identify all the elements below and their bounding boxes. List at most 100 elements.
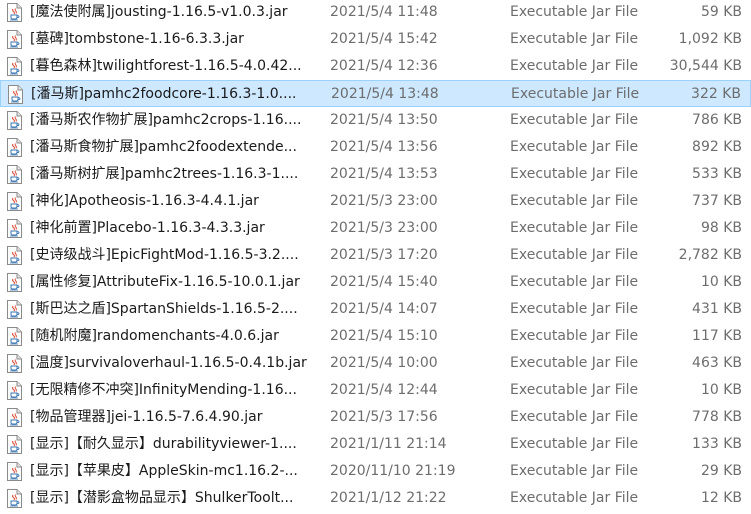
file-type: Executable Jar File [510,220,639,236]
file-row[interactable]: [显示]【苹果皮】AppleSkin-mc1.16.2-... 2020/11/… [0,458,751,485]
java-jar-icon [6,435,23,454]
file-size: 322 KB [691,86,741,102]
file-size: 133 KB [692,436,742,452]
java-jar-icon [6,381,23,400]
file-type: Executable Jar File [510,436,639,452]
file-row[interactable]: [潘马斯树扩展]pamhc2trees-1.16.3-1.... 2021/5/… [0,161,751,188]
file-date-modified: 2021/5/4 13:50 [330,112,438,128]
file-type: Executable Jar File [510,166,639,182]
file-date-modified: 2021/5/4 13:53 [330,166,438,182]
file-row[interactable]: [斯巴达之盾]SpartanShields-1.16.5-2.... 2021/… [0,296,751,323]
file-name: [显示]【耐久显示】durabilityviewer-1.... [30,436,297,452]
file-date-modified: 2021/5/4 11:48 [330,4,438,20]
file-row[interactable]: [温度]survivaloverhaul-1.16.5-0.4.1b.jar 2… [0,350,751,377]
file-name: [魔法使附属]jousting-1.16.5-v1.0.3.jar [30,4,288,20]
java-jar-icon [6,327,23,346]
java-jar-icon [6,138,23,157]
file-type: Executable Jar File [510,328,639,344]
file-type: Executable Jar File [510,463,639,479]
file-size: 98 KB [700,220,742,236]
file-date-modified: 2021/5/4 10:00 [330,355,438,371]
file-size: 786 KB [692,112,742,128]
file-type: Executable Jar File [510,274,639,290]
file-size: 737 KB [692,193,742,209]
java-jar-icon [6,57,23,76]
file-type: Executable Jar File [510,31,639,47]
file-row[interactable]: [史诗级战斗]EpicFightMod-1.16.5-3.2.... 2021/… [0,242,751,269]
java-jar-icon [7,85,24,104]
file-size: 30,544 KB [669,58,742,74]
file-name: [史诗级战斗]EpicFightMod-1.16.5-3.2.... [30,247,299,263]
file-row[interactable]: [显示]【潜影盒物品显示】ShulkerToolt... 2021/1/12 2… [0,485,751,512]
file-row[interactable]: [随机附魔]randomenchants-4.0.6.jar 2021/5/4 … [0,323,751,350]
java-jar-icon [6,30,23,49]
file-name: [物品管理器]jei-1.16.5-7.6.4.90.jar [30,409,263,425]
file-name: [神化]Apotheosis-1.16.3-4.4.1.jar [30,193,259,209]
file-type: Executable Jar File [510,139,639,155]
file-size: 431 KB [692,301,742,317]
file-date-modified: 2021/5/4 14:07 [330,301,438,317]
file-size: 117 KB [692,328,742,344]
file-type: Executable Jar File [510,382,639,398]
file-date-modified: 2021/5/4 13:48 [331,86,439,102]
file-row[interactable]: [潘马斯农作物扩展]pamhc2crops-1.16.... 2021/5/4 … [0,107,751,134]
file-row[interactable]: [神化]Apotheosis-1.16.3-4.4.1.jar 2021/5/3… [0,188,751,215]
file-row[interactable]: [属性修复]AttributeFix-1.16.5-10.0.1.jar 202… [0,269,751,296]
file-date-modified: 2021/5/3 23:00 [330,220,438,236]
file-type: Executable Jar File [510,490,639,506]
file-name: [随机附魔]randomenchants-4.0.6.jar [30,328,279,344]
java-jar-icon [6,246,23,265]
file-name: [墓碑]tombstone-1.16-6.3.3.jar [30,31,244,47]
file-size: 1,092 KB [678,31,742,47]
file-row[interactable]: [无限精修不冲突]InfinityMending-1.16... 2021/5/… [0,377,751,404]
file-type: Executable Jar File [510,193,639,209]
java-jar-icon [6,489,23,508]
file-type: Executable Jar File [511,86,640,102]
file-row[interactable]: [墓碑]tombstone-1.16-6.3.3.jar 2021/5/4 15… [0,26,751,53]
file-name: [潘马斯食物扩展]pamhc2foodextende... [30,139,297,155]
file-type: Executable Jar File [510,247,639,263]
file-date-modified: 2021/1/12 21:22 [330,490,447,506]
file-name: [显示]【潜影盒物品显示】ShulkerToolt... [30,490,294,506]
file-name: [潘马斯]pamhc2foodcore-1.16.3-1.0.... [31,86,297,102]
java-jar-icon [6,408,23,427]
file-type: Executable Jar File [510,355,639,371]
file-name: [显示]【苹果皮】AppleSkin-mc1.16.2-... [30,463,298,479]
file-list[interactable]: [魔法使附属]jousting-1.16.5-v1.0.3.jar 2021/5… [0,0,751,514]
file-row[interactable]: [潘马斯]pamhc2foodcore-1.16.3-1.0.... 2021/… [0,80,751,107]
java-jar-icon [6,300,23,319]
file-date-modified: 2021/5/3 17:56 [330,409,438,425]
file-date-modified: 2021/5/4 13:56 [330,139,438,155]
file-date-modified: 2021/5/4 12:36 [330,58,438,74]
file-size: 533 KB [692,166,742,182]
file-size: 778 KB [692,409,742,425]
java-jar-icon [6,273,23,292]
file-size: 29 KB [700,463,742,479]
file-row[interactable]: [神化前置]Placebo-1.16.3-4.3.3.jar 2021/5/3 … [0,215,751,242]
file-date-modified: 2021/5/4 15:40 [330,274,438,290]
file-type: Executable Jar File [510,301,639,317]
file-type: Executable Jar File [510,112,639,128]
file-name: [潘马斯农作物扩展]pamhc2crops-1.16.... [30,112,302,128]
file-name: [无限精修不冲突]InfinityMending-1.16... [30,382,297,398]
file-date-modified: 2020/11/10 21:19 [330,463,456,479]
file-row[interactable]: [潘马斯食物扩展]pamhc2foodextende... 2021/5/4 1… [0,134,751,161]
file-size: 2,782 KB [678,247,742,263]
file-row[interactable]: [显示]【耐久显示】durabilityviewer-1.... 2021/1/… [0,431,751,458]
file-size: 59 KB [700,4,742,20]
file-row[interactable]: [物品管理器]jei-1.16.5-7.6.4.90.jar 2021/5/3 … [0,404,751,431]
file-name: [神化前置]Placebo-1.16.3-4.3.3.jar [30,220,265,236]
java-jar-icon [6,3,23,22]
file-type: Executable Jar File [510,4,639,20]
java-jar-icon [6,219,23,238]
file-size: 10 KB [700,382,742,398]
file-date-modified: 2021/5/3 17:20 [330,247,438,263]
file-date-modified: 2021/5/4 15:10 [330,328,438,344]
file-date-modified: 2021/5/4 15:42 [330,31,438,47]
file-name: [暮色森林]twilightforest-1.16.5-4.0.42... [30,58,302,74]
java-jar-icon [6,462,23,481]
file-row[interactable]: [暮色森林]twilightforest-1.16.5-4.0.42... 20… [0,53,751,80]
file-row[interactable]: [魔法使附属]jousting-1.16.5-v1.0.3.jar 2021/5… [0,0,751,26]
file-size: 12 KB [700,490,742,506]
file-size: 10 KB [700,274,742,290]
